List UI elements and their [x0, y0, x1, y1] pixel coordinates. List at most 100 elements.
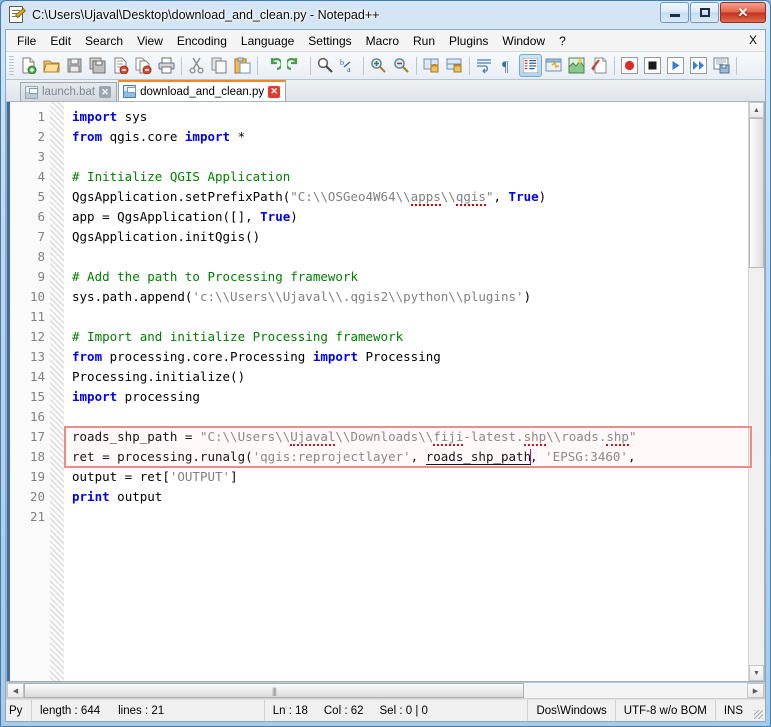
status-caret-position: Ln : 18 Col : 62 Sel : 0 | 0	[265, 700, 529, 721]
zoom-in-button[interactable]	[367, 54, 390, 77]
document-map-button[interactable]	[565, 54, 588, 77]
toolbar-separator	[736, 56, 737, 75]
code-line[interactable]: # Import and initialize Processing frame…	[72, 327, 748, 347]
print-icon	[158, 57, 175, 74]
user-defined-dialog-button[interactable]	[542, 54, 565, 77]
sync-vertical-scroll-button[interactable]	[420, 54, 443, 77]
function-list-button[interactable]	[588, 54, 611, 77]
print-button[interactable]	[155, 54, 178, 77]
paste-button[interactable]	[231, 54, 254, 77]
code-line[interactable]: QgsApplication.initQgis()	[72, 227, 748, 247]
run-macro-multiple-icon	[690, 57, 707, 74]
zoom-out-button[interactable]	[390, 54, 413, 77]
play-macro-icon	[667, 57, 684, 74]
menu-item-plugins[interactable]: Plugins	[442, 32, 495, 50]
status-ln: Ln : 18	[272, 704, 308, 717]
show-indent-guide-button[interactable]	[519, 54, 542, 77]
menu-item-search[interactable]: Search	[78, 32, 130, 50]
status-eol-format[interactable]: Dos\Windows	[528, 700, 616, 721]
code-line[interactable]: Processing.initialize()	[72, 367, 748, 387]
replace-button[interactable]: b a	[337, 54, 360, 77]
save-macro-button[interactable]	[710, 54, 733, 77]
minimize-button[interactable]	[660, 2, 689, 23]
code-line[interactable]: from qgis.core import *	[72, 127, 748, 147]
code-line[interactable]: sys.path.append('c:\\Users\\Ujaval\\.qgi…	[72, 287, 748, 307]
code-line[interactable]: # Initialize QGIS Application	[72, 167, 748, 187]
menu-item-macro[interactable]: Macro	[359, 32, 406, 50]
menu-item-help[interactable]: ?	[552, 32, 573, 50]
code-line[interactable]: QgsApplication.setPrefixPath("C:\\OSGeo4…	[72, 187, 748, 207]
code-line[interactable]	[72, 407, 748, 427]
code-line[interactable]: print output	[72, 487, 748, 507]
save-all-button[interactable]	[86, 54, 109, 77]
code-token: roads_shp_path	[425, 449, 532, 465]
menu-item-run[interactable]: Run	[406, 32, 442, 50]
undo-button[interactable]	[261, 54, 284, 77]
scroll-down-button[interactable]: ▼	[749, 665, 764, 681]
close-document-button[interactable]: X	[749, 33, 757, 47]
new-file-button[interactable]	[17, 54, 40, 77]
code-line[interactable]	[72, 507, 748, 527]
scroll-up-button[interactable]: ▲	[749, 102, 764, 118]
code-line[interactable]	[72, 147, 748, 167]
redo-button[interactable]	[284, 54, 307, 77]
save-button[interactable]	[63, 54, 86, 77]
find-button[interactable]	[314, 54, 337, 77]
horizontal-scrollbar[interactable]: ◀ ||| ▶	[6, 682, 765, 699]
code-line[interactable]: output = ret['OUTPUT']	[72, 467, 748, 487]
code-line[interactable]: import processing	[72, 387, 748, 407]
vertical-scrollbar[interactable]: ▲ ▼	[748, 102, 764, 681]
play-macro-button[interactable]	[664, 54, 687, 77]
menu-item-window[interactable]: Window	[495, 32, 552, 50]
scroll-right-button[interactable]: ▶	[747, 683, 764, 698]
close-all-files-button[interactable]	[132, 54, 155, 77]
menu-item-encoding[interactable]: Encoding	[170, 32, 234, 50]
code-line[interactable]: roads_shp_path = "C:\\Users\\Ujaval\\Dow…	[72, 427, 748, 447]
status-encoding[interactable]: UTF-8 w/o BOM	[616, 700, 716, 721]
code-line[interactable]: import sys	[72, 107, 748, 127]
vertical-scroll-thumb[interactable]	[749, 118, 764, 268]
sync-horizontal-scroll-button[interactable]	[443, 54, 466, 77]
code-line[interactable]	[72, 247, 748, 267]
show-all-characters-button[interactable]: ¶	[496, 54, 519, 77]
tab-close-icon[interactable]: ✕	[268, 85, 281, 98]
menu-item-language[interactable]: Language	[234, 32, 301, 50]
maximize-button[interactable]	[690, 2, 719, 23]
cut-button[interactable]	[185, 54, 208, 77]
code-line[interactable]: from processing.core.Processing import P…	[72, 347, 748, 367]
copy-button[interactable]	[208, 54, 231, 77]
horizontal-scroll-thumb[interactable]: |||	[24, 683, 524, 698]
status-insert-mode[interactable]: INS	[716, 700, 751, 721]
fold-margin[interactable]	[50, 102, 64, 681]
tab-download-and-clean-py[interactable]: download_and_clean.py ✕	[118, 80, 287, 101]
code-text-area[interactable]: import sys from qgis.core import * # Init…	[64, 102, 748, 681]
code-line[interactable]: app = QgsApplication([], True)	[72, 207, 748, 227]
vertical-scroll-track[interactable]	[749, 268, 764, 665]
close-window-button[interactable]: ✕	[720, 2, 766, 23]
code-token: Processing.initialize	[72, 369, 231, 384]
word-wrap-button[interactable]	[473, 54, 496, 77]
scroll-left-button[interactable]: ◀	[7, 683, 24, 698]
code-line[interactable]: # Add the path to Processing framework	[72, 267, 748, 287]
open-file-button[interactable]	[40, 54, 63, 77]
tab-launch-bat[interactable]: launch.bat ✕	[20, 82, 118, 101]
menu-item-edit[interactable]: Edit	[43, 32, 78, 50]
menu-item-settings[interactable]: Settings	[301, 32, 358, 50]
tab-close-icon[interactable]: ✕	[99, 86, 112, 98]
resize-grip[interactable]	[751, 700, 765, 721]
code-token: Ujaval	[290, 429, 336, 446]
record-macro-button[interactable]	[618, 54, 641, 77]
notepad-plus-plus-window: C:\Users\Ujaval\Desktop\download_and_cle…	[0, 0, 771, 727]
toolbar-grip[interactable]	[9, 55, 14, 76]
line-number: 11	[29, 309, 45, 324]
stop-macro-button[interactable]	[641, 54, 664, 77]
line-number: 13	[29, 349, 45, 364]
code-line[interactable]: ret = processing.runalg('qgis:reprojectl…	[72, 447, 748, 467]
code-line[interactable]	[72, 307, 748, 327]
close-file-button[interactable]	[109, 54, 132, 77]
menu-item-file[interactable]: File	[10, 32, 43, 50]
menu-item-view[interactable]: View	[130, 32, 170, 50]
horizontal-scroll-track[interactable]	[524, 683, 747, 698]
status-language[interactable]: Py	[6, 700, 32, 721]
run-macro-multiple-button[interactable]	[687, 54, 710, 77]
